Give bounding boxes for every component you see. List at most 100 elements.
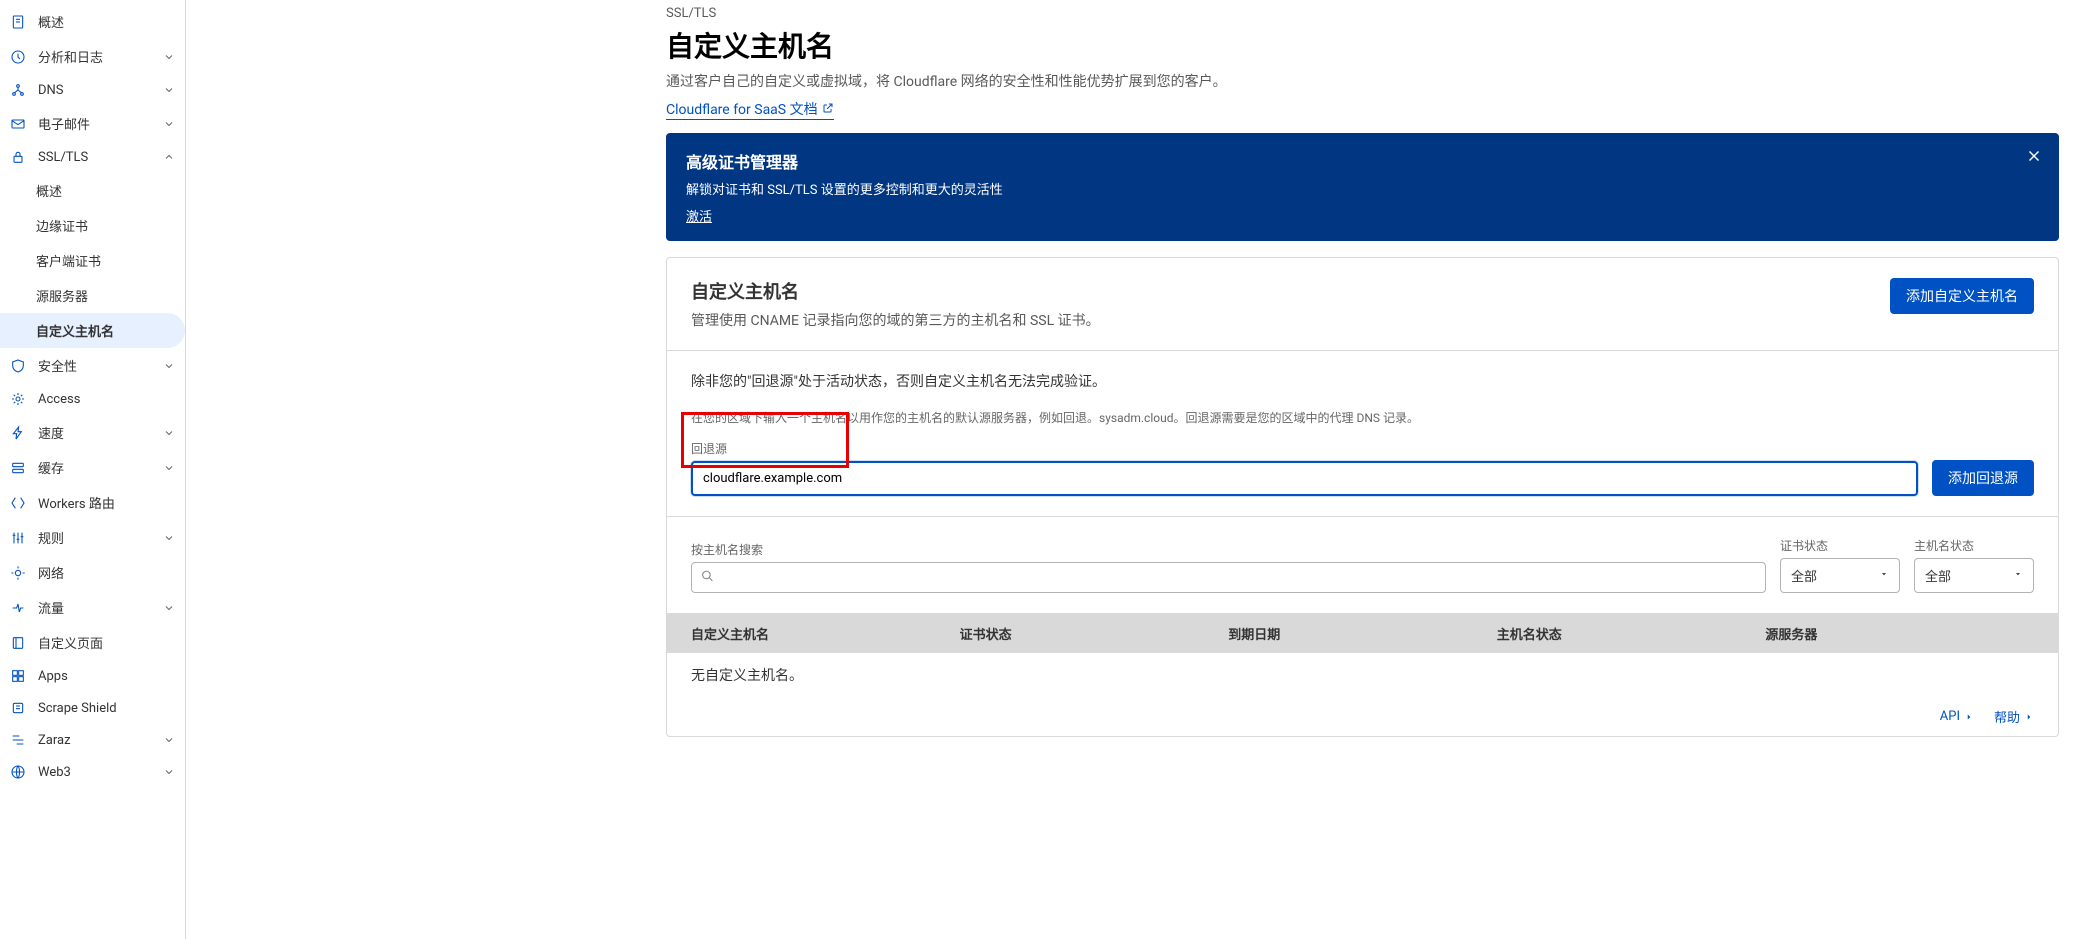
external-link-icon (822, 102, 834, 118)
card-header: 自定义主机名 管理使用 CNAME 记录指向您的域的第三方的主机名和 SSL 证… (667, 258, 2058, 351)
sidebar-item-ssl[interactable]: SSL/TLS (0, 141, 185, 173)
traffic-icon (10, 600, 26, 616)
sidebar-item-overview[interactable]: 概述 (0, 4, 185, 39)
chevron-down-icon (163, 602, 175, 614)
scrape-icon (10, 700, 26, 716)
cache-icon (10, 460, 26, 476)
banner-desc: 解锁对证书和 SSL/TLS 设置的更多控制和更大的灵活性 (686, 179, 2039, 198)
zaraz-icon (10, 732, 26, 748)
sidebar-label: Workers 路由 (38, 493, 175, 512)
chevron-up-icon (163, 151, 175, 163)
rules-icon (10, 530, 26, 546)
fallback-origin-input[interactable] (691, 461, 1918, 496)
cert-status-select[interactable]: 全部 (1780, 558, 1900, 593)
sidebar-label: Apps (38, 669, 175, 684)
chevron-down-icon (163, 84, 175, 96)
close-icon[interactable] (2025, 147, 2043, 169)
help-link[interactable]: 帮助 (1994, 707, 2034, 726)
chevron-down-icon (163, 766, 175, 778)
shield-icon (10, 358, 26, 374)
api-link[interactable]: API (1940, 707, 1974, 726)
sidebar-item-scrape[interactable]: Scrape Shield (0, 692, 185, 724)
sidebar-label: 流量 (38, 598, 163, 617)
clock-icon (10, 49, 26, 65)
sidebar-label: Zaraz (38, 733, 163, 748)
hostname-table: 自定义主机名 证书状态 到期日期 主机名状态 源服务器 无自定义主机名。 (667, 614, 2058, 697)
caret-down-icon (2013, 568, 2023, 583)
table-header: 自定义主机名 证书状态 到期日期 主机名状态 源服务器 (667, 614, 2058, 653)
warning-text: 除非您的"回退源"处于活动状态，否则自定义主机名无法完成验证。 (691, 371, 2034, 391)
workers-icon (10, 495, 26, 511)
cert-status-label: 证书状态 (1780, 537, 1900, 554)
sidebar-item-access[interactable]: Access (0, 383, 185, 415)
page-title: 自定义主机名 (666, 25, 2059, 65)
hint-text: 在您的区域下输入一个主机名以用作您的主机名的默认源服务器，例如回退。sysadm… (691, 409, 2034, 426)
acm-banner: 高级证书管理器 解锁对证书和 SSL/TLS 设置的更多控制和更大的灵活性 激活 (666, 133, 2059, 241)
network-icon (10, 565, 26, 581)
table-col: 到期日期 (1228, 624, 1497, 643)
main-content: SSL/TLS 自定义主机名 通过客户自己的自定义或虚拟域，将 Cloudfla… (186, 0, 2079, 939)
sidebar-item-network[interactable]: 网络 (0, 555, 185, 590)
fallback-section: 除非您的"回退源"处于活动状态，否则自定义主机名无法完成验证。 在您的区域下输入… (667, 351, 2058, 517)
card-subtitle: 管理使用 CNAME 记录指向您的域的第三方的主机名和 SSL 证书。 (691, 310, 1100, 330)
lock-icon (10, 149, 26, 165)
sidebar-sub-custom-hostname[interactable]: 自定义主机名 (0, 313, 185, 348)
pages-icon (10, 635, 26, 651)
banner-activate-link[interactable]: 激活 (686, 210, 712, 225)
sidebar-label: 分析和日志 (38, 47, 163, 66)
sidebar-item-dns[interactable]: DNS (0, 74, 185, 106)
sidebar-label: 缓存 (38, 458, 163, 477)
sidebar-item-security[interactable]: 安全性 (0, 348, 185, 383)
sidebar-sub-edge[interactable]: 边缘证书 (0, 208, 185, 243)
web3-icon (10, 764, 26, 780)
add-fallback-button[interactable]: 添加回退源 (1932, 460, 2034, 496)
fallback-input-wrapper: 回退源 (691, 440, 1918, 496)
sidebar-label: Access (38, 392, 175, 407)
table-col: 主机名状态 (1497, 624, 1766, 643)
sidebar-item-cache[interactable]: 缓存 (0, 450, 185, 485)
sidebar-label: 电子邮件 (38, 114, 163, 133)
sidebar-item-apps[interactable]: Apps (0, 660, 185, 692)
sidebar-label: 概述 (38, 12, 175, 31)
search-section: 按主机名搜索 证书状态 全部 主机名状态 全部 (667, 517, 2058, 614)
chevron-down-icon (163, 462, 175, 474)
sidebar-label: 安全性 (38, 356, 163, 375)
search-icon (701, 569, 714, 586)
doc-link[interactable]: Cloudflare for SaaS 文档 (666, 102, 834, 120)
apps-icon (10, 668, 26, 684)
sidebar-label: SSL/TLS (38, 150, 163, 165)
table-col: 源服务器 (1765, 624, 2034, 643)
sidebar-sub-origin[interactable]: 源服务器 (0, 278, 185, 313)
breadcrumb: SSL/TLS (666, 6, 2059, 21)
table-empty: 无自定义主机名。 (667, 653, 2058, 697)
sidebar-item-workers[interactable]: Workers 路由 (0, 485, 185, 520)
sidebar-item-web3[interactable]: Web3 (0, 756, 185, 788)
table-col: 自定义主机名 (691, 624, 960, 643)
page-description: 通过客户自己的自定义或虚拟域，将 Cloudflare 网络的安全性和性能优势扩… (666, 71, 2059, 91)
host-status-label: 主机名状态 (1914, 537, 2034, 554)
bolt-icon (10, 425, 26, 441)
sidebar-label: 速度 (38, 423, 163, 442)
sidebar-sub-overview[interactable]: 概述 (0, 173, 185, 208)
access-icon (10, 391, 26, 407)
banner-title: 高级证书管理器 (686, 149, 2039, 173)
sidebar-item-speed[interactable]: 速度 (0, 415, 185, 450)
file-icon (10, 14, 26, 30)
search-label: 按主机名搜索 (691, 541, 1766, 558)
sidebar-item-zaraz[interactable]: Zaraz (0, 724, 185, 756)
sidebar-label: Scrape Shield (38, 701, 175, 716)
sidebar-item-analytics[interactable]: 分析和日志 (0, 39, 185, 74)
sidebar-sub-client[interactable]: 客户端证书 (0, 243, 185, 278)
chevron-down-icon (163, 360, 175, 372)
sidebar-item-rules[interactable]: 规则 (0, 520, 185, 555)
sidebar-item-pages[interactable]: 自定义页面 (0, 625, 185, 660)
chevron-down-icon (163, 118, 175, 130)
hostname-search-input[interactable] (691, 562, 1766, 593)
sidebar-label: DNS (38, 83, 163, 98)
sidebar-label: 规则 (38, 528, 163, 547)
add-hostname-button[interactable]: 添加自定义主机名 (1890, 278, 2034, 314)
sidebar-item-email[interactable]: 电子邮件 (0, 106, 185, 141)
host-status-select[interactable]: 全部 (1914, 558, 2034, 593)
sidebar-item-traffic[interactable]: 流量 (0, 590, 185, 625)
sidebar-label: Web3 (38, 765, 163, 780)
